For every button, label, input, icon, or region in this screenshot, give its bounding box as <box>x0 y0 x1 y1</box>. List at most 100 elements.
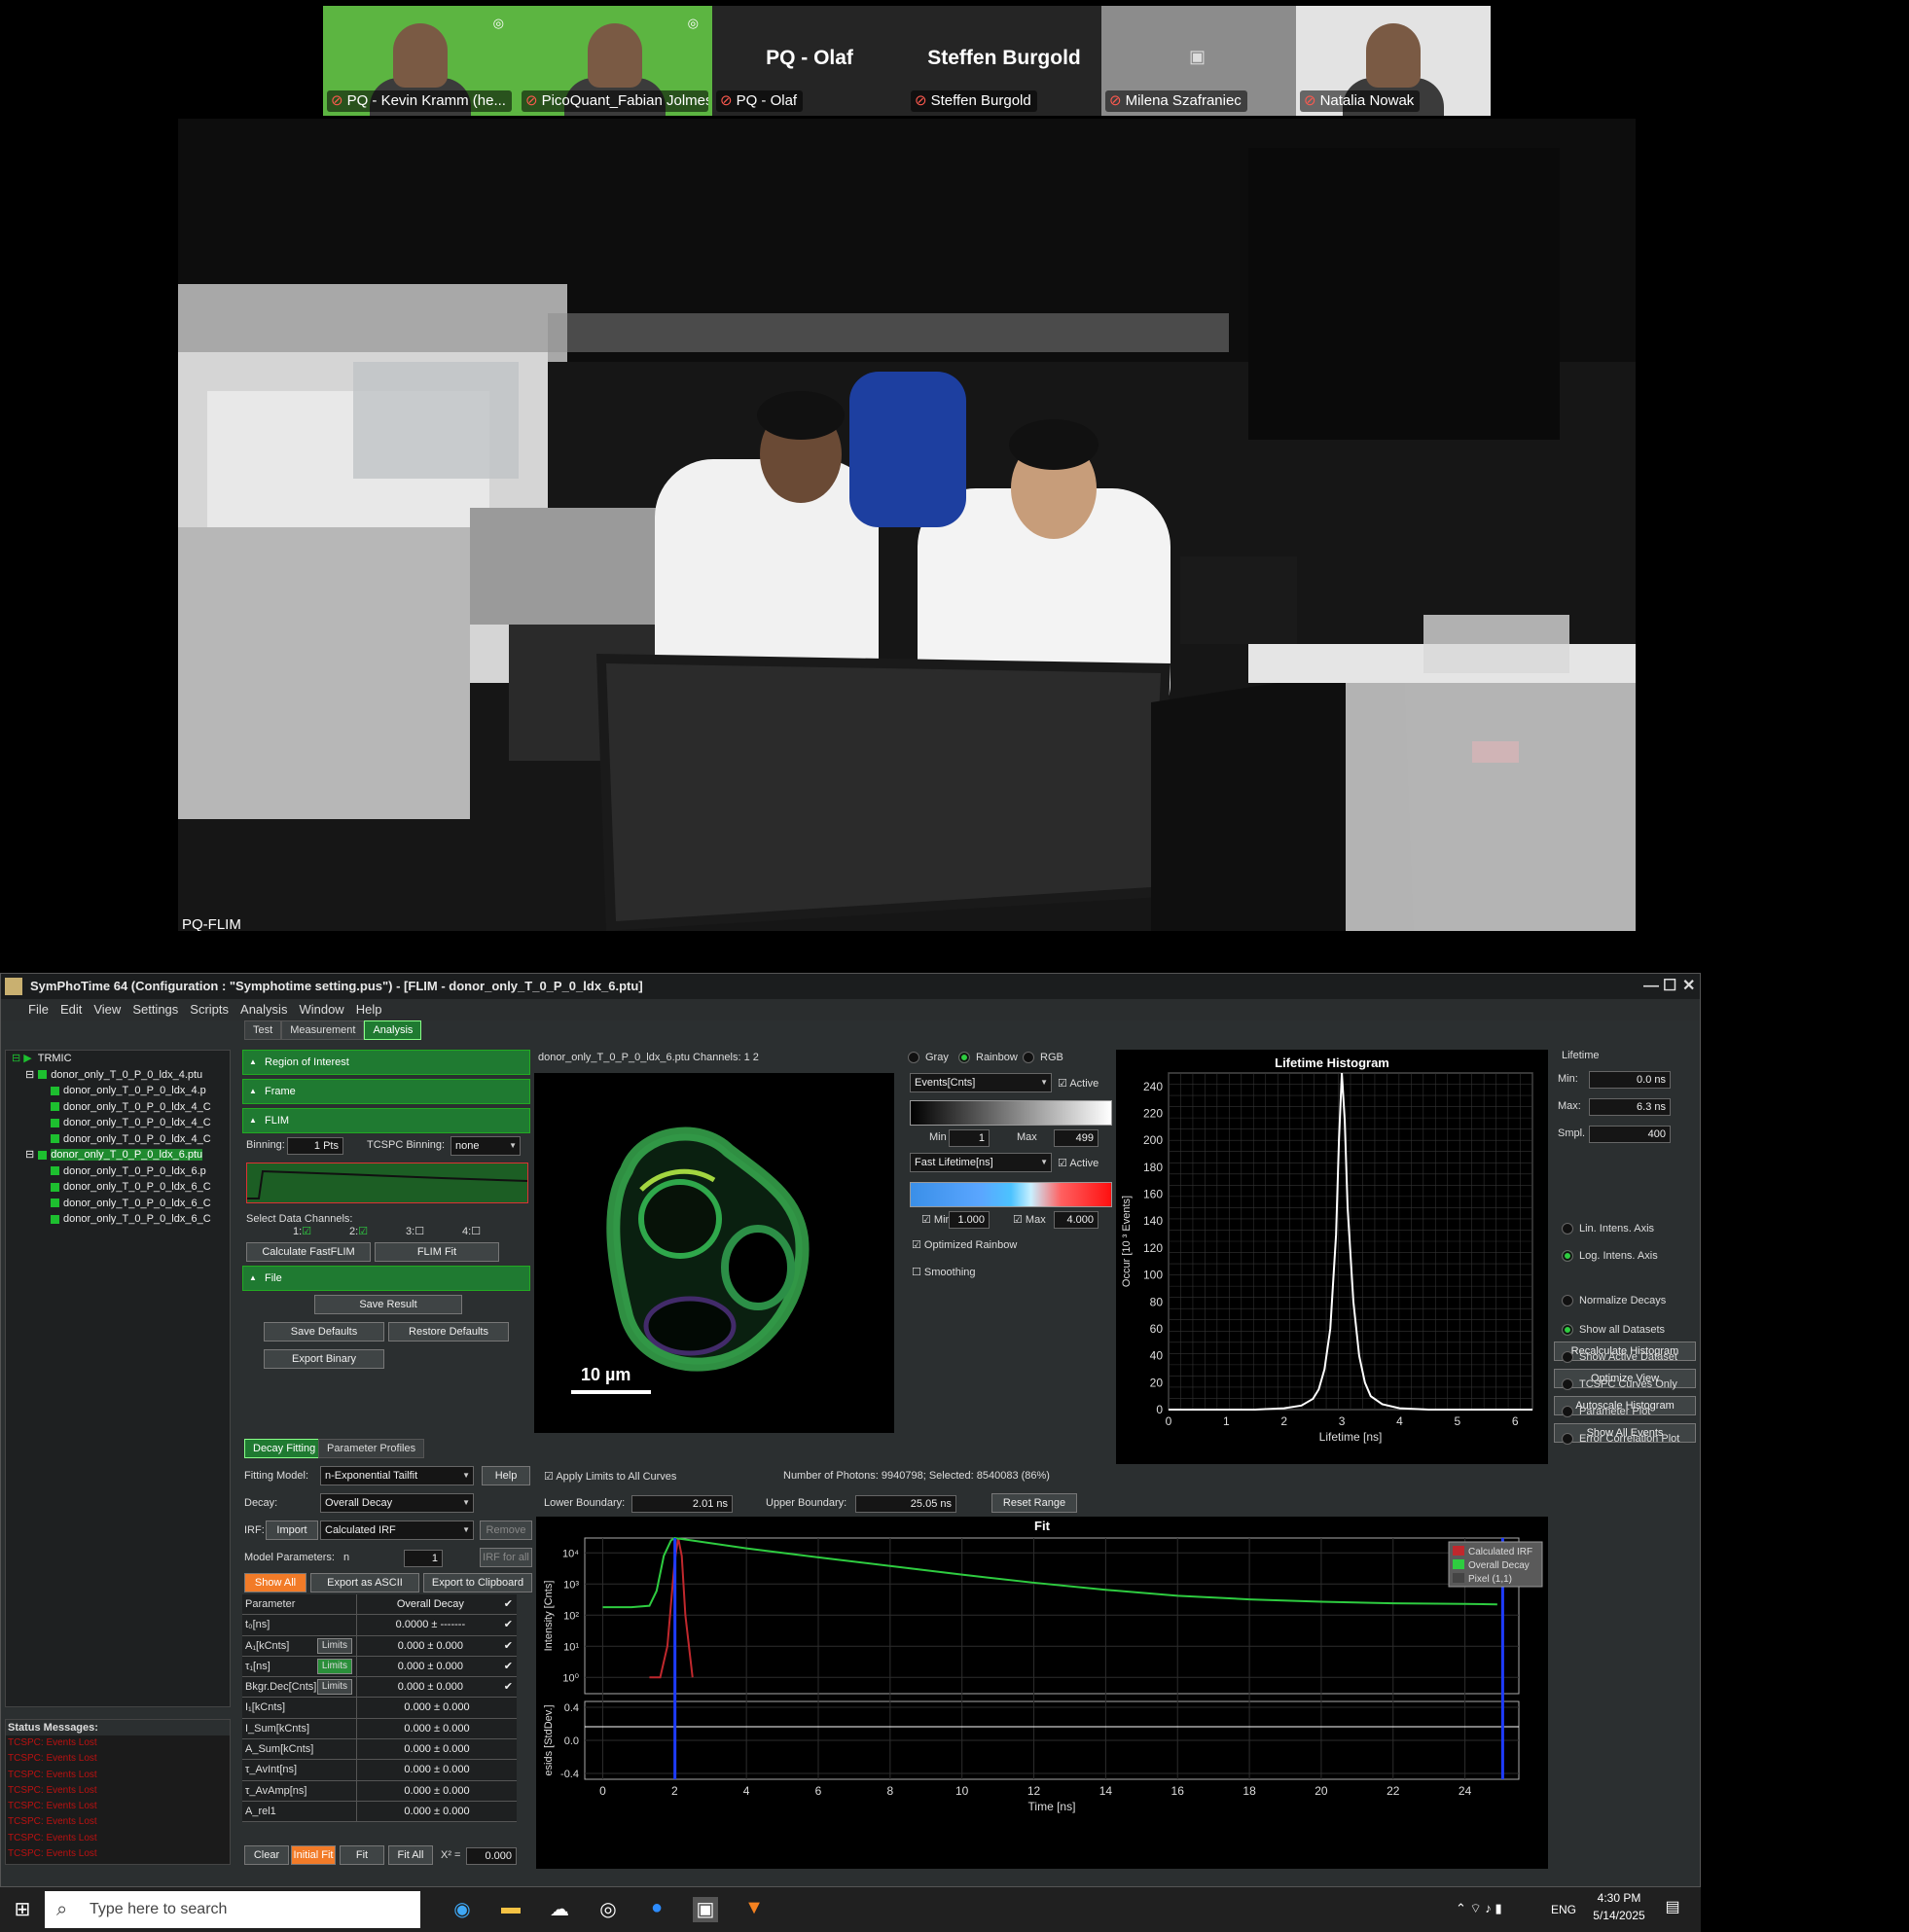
reset-range-button[interactable]: Reset Range <box>991 1493 1077 1513</box>
export-clipboard-button[interactable]: Export to Clipboard <box>423 1573 532 1592</box>
lifetime-active-check[interactable]: ☑ Active <box>1058 1157 1099 1169</box>
check-icon[interactable]: ✔ <box>504 1594 513 1614</box>
fit-plot[interactable]: Fit 0 2 4 6 8 10 12 14 16 18 20 22 24 10⁰ 10¹ 10² 10³ 10⁴ -… <box>536 1517 1548 1869</box>
upper-boundary-input[interactable]: 25.05 ns <box>855 1495 956 1513</box>
tab-parameter-profiles[interactable]: Parameter Profiles <box>318 1439 425 1458</box>
calculate-fastflim-button[interactable]: Calculate FastFLIM <box>246 1242 371 1262</box>
lifetime-range-max-input[interactable]: 6.3 ns <box>1589 1098 1671 1116</box>
channel-3-check[interactable]: 3:☐ <box>406 1225 424 1237</box>
events-min-input[interactable]: 1 <box>949 1129 990 1147</box>
restore-defaults-button[interactable]: Restore Defaults <box>388 1322 509 1342</box>
color-rainbow-radio[interactable]: Rainbow <box>958 1052 1018 1063</box>
notifications-icon[interactable]: ▤ <box>1660 1897 1685 1922</box>
file-explorer-icon[interactable]: ▬ <box>498 1897 523 1922</box>
menu-help[interactable]: Help <box>356 999 382 1020</box>
option-tcspc-curves-only[interactable]: TCSPC Curves Only <box>1562 1378 1677 1390</box>
participant-tile[interactable]: ⊘ Natalia Nowak <box>1296 6 1491 116</box>
minimize-icon[interactable]: — <box>1643 974 1659 999</box>
option-normalize-decays[interactable]: Normalize Decays <box>1562 1295 1666 1306</box>
edge-icon[interactable]: ◉ <box>450 1897 475 1922</box>
lifetime-min-input[interactable]: 1.000 <box>949 1211 990 1229</box>
menu-scripts[interactable]: Scripts <box>190 999 229 1020</box>
check-icon[interactable]: ✔ <box>504 1657 513 1676</box>
clock[interactable]: 4:30 PM 5/14/2025 <box>1588 1891 1650 1922</box>
initial-fit-button[interactable]: Initial Fit <box>291 1845 336 1865</box>
app-icon-circle[interactable]: ◎ <box>595 1897 621 1922</box>
app-icon-cloud[interactable]: ☁ <box>547 1897 572 1922</box>
menu-view[interactable]: View <box>93 999 121 1020</box>
windows-start-icon[interactable]: ⊞ <box>10 1897 35 1922</box>
participant-tile[interactable]: ◎ ⊘ PQ - Kevin Kramm (he... <box>323 6 518 116</box>
save-result-button[interactable]: Save Result <box>314 1295 462 1314</box>
parameter-value-cell[interactable]: 0.0000 ± ------- ✔ <box>357 1615 517 1635</box>
section-region-of-interest[interactable]: Region of Interest <box>242 1050 530 1075</box>
menu-analysis[interactable]: Analysis <box>240 999 287 1020</box>
channel-1-check[interactable]: 1:☑ <box>293 1225 311 1237</box>
participant-tile[interactable]: PQ - Olaf ⊘ PQ - Olaf <box>712 6 907 116</box>
events-max-input[interactable]: 499 <box>1054 1129 1099 1147</box>
maximize-icon[interactable]: ☐ <box>1663 974 1676 999</box>
language-indicator[interactable]: ENG <box>1551 1903 1576 1916</box>
apply-limits-check[interactable]: ☑ Apply Limits to All Curves <box>544 1470 676 1483</box>
clear-button[interactable]: Clear <box>244 1845 289 1865</box>
tree-item[interactable]: ⊟ donor_only_T_0_P_0_ldx_4.ptu <box>6 1067 230 1084</box>
irf-remove-button[interactable]: Remove <box>480 1521 532 1540</box>
tree-item[interactable]: donor_only_T_0_P_0_ldx_6_C <box>6 1196 230 1212</box>
binning-input[interactable]: 1 Pts <box>287 1137 343 1155</box>
participant-tile[interactable]: ▣ ⊘ Milena Szafraniec <box>1101 6 1296 116</box>
tcspc-binning-select[interactable]: none <box>450 1136 521 1156</box>
parameter-value-cell[interactable]: 0.000 ± 0.000 ✔ <box>357 1635 517 1656</box>
check-icon[interactable]: ✔ <box>504 1636 513 1656</box>
lower-boundary-input[interactable]: 2.01 ns <box>631 1495 733 1513</box>
participant-tile[interactable]: Steffen Burgold ⊘ Steffen Burgold <box>907 6 1101 116</box>
lifetime-histogram[interactable]: Lifetime Histogram 0 1 2 3 4 5 6 0 20 40 60 80 100 120… <box>1116 1050 1548 1464</box>
option-show-all-datasets[interactable]: Show all Datasets <box>1562 1324 1665 1336</box>
channel-4-check[interactable]: 4:☐ <box>462 1225 481 1237</box>
lifetime-max-input[interactable]: 4.000 <box>1054 1211 1099 1229</box>
flim-fit-button[interactable]: FLIM Fit <box>375 1242 499 1262</box>
fit-button[interactable]: Fit <box>340 1845 384 1865</box>
app-icon-v[interactable]: ▼ <box>741 1897 767 1922</box>
check-icon[interactable]: ✔ <box>504 1677 513 1697</box>
check-icon[interactable]: ✔ <box>504 1615 513 1634</box>
section-file[interactable]: File <box>242 1266 530 1291</box>
smoothing-check[interactable]: ☐ Smoothing <box>912 1266 976 1278</box>
parameter-value-cell[interactable]: 0.000 ± 0.000 ✔ <box>357 1656 517 1677</box>
parameter-value-cell[interactable]: 0.000 ± 0.000 ✔ <box>357 1677 517 1698</box>
color-gray-radio[interactable]: Gray <box>908 1052 949 1063</box>
save-defaults-button[interactable]: Save Defaults <box>264 1322 384 1342</box>
tree-item[interactable]: donor_only_T_0_P_0_ldx_4_C <box>6 1115 230 1131</box>
section-flim[interactable]: FLIM <box>242 1108 530 1133</box>
events-active-check[interactable]: ☑ Active <box>1058 1077 1099 1090</box>
collapse-icon[interactable]: ⊟ <box>25 1149 34 1161</box>
color-rgb-radio[interactable]: RGB <box>1023 1052 1063 1063</box>
export-binary-button[interactable]: Export Binary <box>264 1349 384 1369</box>
export-ascii-button[interactable]: Export as ASCII <box>310 1573 419 1592</box>
tree-item[interactable]: donor_only_T_0_P_0_ldx_4.p <box>6 1083 230 1099</box>
tree-item[interactable]: donor_only_T_0_P_0_ldx_6.p <box>6 1163 230 1180</box>
symphotime-taskbar-icon[interactable]: ▣ <box>693 1897 718 1922</box>
window-title-bar[interactable]: SymPhoTime 64 (Configuration : "Symphoti… <box>1 974 1700 999</box>
limits-button[interactable]: Limits <box>316 1679 352 1696</box>
tree-root[interactable]: ⊟ ▶ TRMIC <box>6 1051 230 1067</box>
lifetime-range-min-input[interactable]: 0.0 ns <box>1589 1071 1671 1089</box>
irf-import-button[interactable]: Import <box>266 1521 318 1540</box>
tree-item[interactable]: donor_only_T_0_P_0_ldx_4_C <box>6 1131 230 1148</box>
model-parameters-input[interactable]: 1 <box>404 1550 443 1567</box>
tree-item[interactable]: ⊟ donor_only_T_0_P_0_ldx_6.ptu <box>6 1147 230 1163</box>
tab-decay-fitting[interactable]: Decay Fitting <box>244 1439 325 1458</box>
optimized-rainbow-check[interactable]: ☑ Optimized Rainbow <box>912 1238 1017 1251</box>
option-show-active-dataset[interactable]: Show Active Dataset <box>1562 1351 1677 1363</box>
close-icon[interactable]: ✕ <box>1682 974 1695 999</box>
menu-window[interactable]: Window <box>299 999 343 1020</box>
fit-all-button[interactable]: Fit All <box>388 1845 433 1865</box>
show-all-button[interactable]: Show All <box>244 1573 306 1592</box>
sample-points-input[interactable]: 400 <box>1589 1126 1671 1143</box>
task-view-icon[interactable]: ⧉ <box>401 1897 426 1922</box>
option-error-correlation-plot[interactable]: Error Correlation Plot <box>1562 1433 1679 1445</box>
tab-test[interactable]: Test <box>244 1020 282 1040</box>
limits-button[interactable]: Limits <box>316 1637 352 1654</box>
tab-measurement[interactable]: Measurement <box>281 1020 365 1040</box>
tray-icons[interactable]: ⌃ ⌔ ♪ ▮ <box>1456 1901 1502 1916</box>
menu-settings[interactable]: Settings <box>132 999 178 1020</box>
